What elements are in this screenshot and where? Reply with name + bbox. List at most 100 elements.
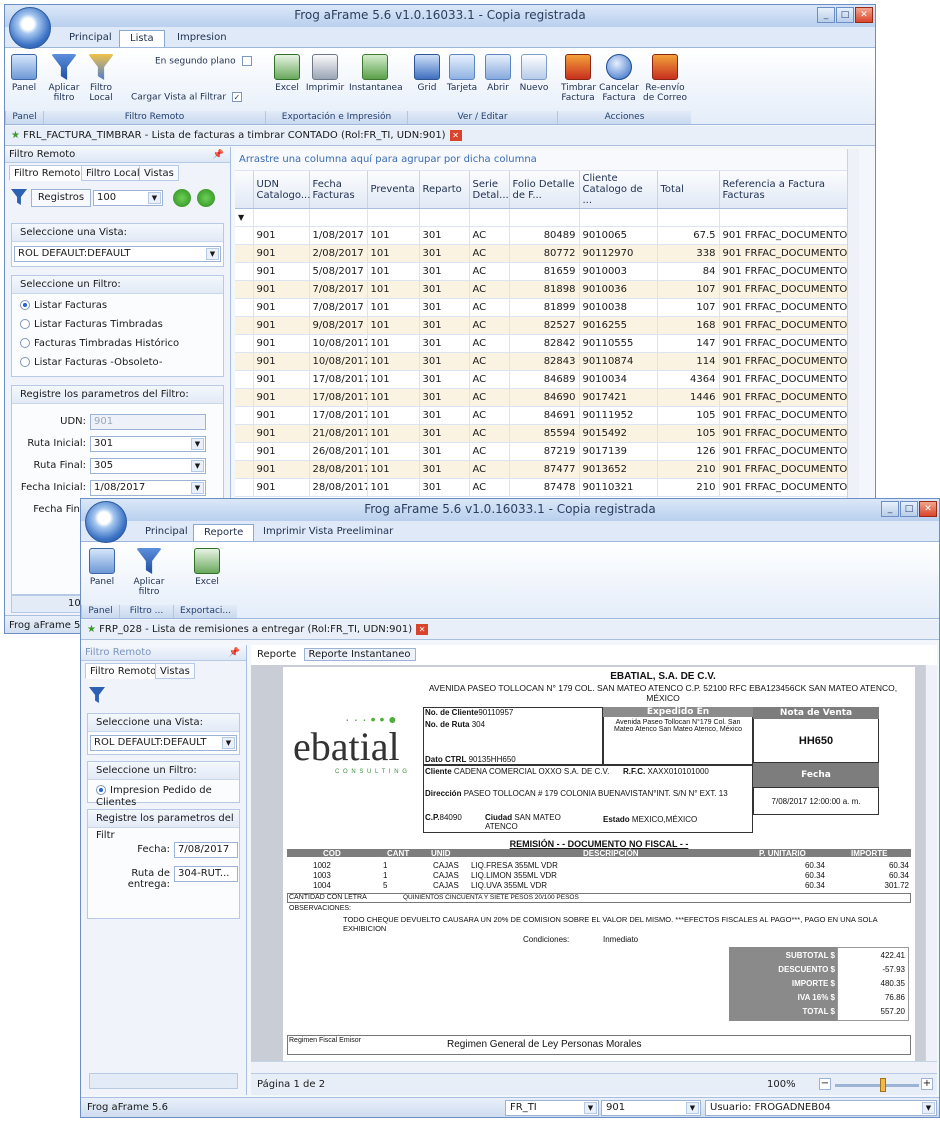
table-row[interactable]: 901 17/08/2017 101 301 AC 84691 90111952 105 901… — [235, 406, 856, 425]
refresh-filter-icon[interactable] — [197, 189, 215, 207]
udn-select[interactable]: 901 ▼ — [601, 1100, 701, 1116]
table-row[interactable]: 901 28/08/2017 101 301 AC 87478 90110321 210 901… — [235, 478, 856, 497]
fecha-field[interactable]: 7/08/2017 — [174, 842, 238, 858]
aplicar-filtro-button[interactable]: Aplicar filtro — [129, 548, 169, 597]
ruta-final-field[interactable]: 305 ▼ — [90, 458, 206, 474]
table-row[interactable]: 901 9/08/2017 101 301 AC 82527 9016255 168 901 F… — [235, 316, 856, 335]
group-acciones[interactable]: Acciones — [557, 111, 691, 124]
ruta-inicial-field[interactable]: 301 ▼ — [90, 436, 206, 452]
tab-imprimir-vista[interactable]: Imprimir Vista Preeliminar — [253, 524, 403, 541]
table-row[interactable]: 901 21/08/2017 101 301 AC 85594 9015492 105 901 … — [235, 424, 856, 443]
close-doc-icon[interactable]: ✕ — [416, 623, 429, 635]
table-row[interactable]: 901 5/08/2017 101 301 AC 81659 9010003 84 901 FR… — [235, 262, 856, 281]
group-filtro-remoto[interactable]: Filtro Remoto — [43, 111, 265, 124]
maximize-button[interactable]: □ — [836, 7, 854, 23]
tab-reporte[interactable]: Reporte — [193, 524, 255, 541]
app-orb-button[interactable] — [85, 501, 127, 543]
col-fecha[interactable]: Fecha Facturas — [309, 171, 368, 209]
panel-button[interactable]: Panel — [9, 54, 39, 93]
ptab-vistas[interactable]: Vistas — [139, 165, 179, 181]
row-selector[interactable] — [235, 442, 254, 461]
minimize-button[interactable]: _ — [817, 7, 835, 23]
zoom-slider[interactable] — [835, 1084, 919, 1087]
grid-button[interactable]: Grid — [413, 54, 441, 93]
excel-button[interactable]: Excel — [273, 54, 301, 93]
rtab-reporte-instantaneo[interactable]: Reporte Instantaneo — [303, 648, 416, 661]
ptab-filtro-local[interactable]: Filtro Local — [81, 165, 145, 181]
back-document-tab[interactable]: ★ FRL_FACTURA_TIMBRAR - Lista de factura… — [5, 126, 875, 146]
vista-select[interactable]: ROL DEFAULT:DEFAULT ▼ — [90, 735, 237, 751]
filter-funnel-icon[interactable] — [11, 189, 29, 207]
col-cliente[interactable]: Cliente Catalogo de ... — [579, 171, 658, 209]
col-referencia[interactable]: Referencia a Factura Facturas — [719, 171, 856, 209]
row-selector[interactable] — [235, 352, 254, 371]
filtro-option[interactable]: Listar Facturas — [20, 300, 107, 312]
ptab-vistas[interactable]: Vistas — [155, 663, 195, 679]
report-horizontal-scrollbar[interactable] — [251, 1061, 937, 1073]
udn-field[interactable]: 901 — [90, 414, 206, 430]
row-selector[interactable] — [235, 334, 254, 353]
excel-button[interactable]: Excel — [185, 548, 229, 587]
close-button[interactable]: ✕ — [919, 501, 937, 517]
table-row[interactable]: 901 26/08/2017 101 301 AC 87219 9017139 126 901 … — [235, 442, 856, 461]
aplicar-filtro-button[interactable]: Aplicar filtro — [47, 54, 81, 103]
table-row[interactable]: 901 10/08/2017 101 301 AC 82843 90110874 114 901… — [235, 352, 856, 371]
en-segundo-plano-option[interactable]: En segundo plano — [155, 56, 255, 67]
table-row[interactable]: 901 1/08/2017 101 301 AC 80489 9010065 67.5 901 … — [235, 226, 856, 245]
maximize-button[interactable]: □ — [900, 501, 918, 517]
table-row[interactable]: 901 10/08/2017 101 301 AC 82842 90110555 147 901… — [235, 334, 856, 353]
group-panel[interactable]: Panel — [81, 605, 119, 618]
col-folio[interactable]: Folio Detalle de F... — [509, 171, 580, 209]
row-selector[interactable] — [235, 298, 254, 317]
zoom-slider-thumb[interactable] — [880, 1078, 886, 1092]
group-exportacion[interactable]: Exportaci... — [173, 605, 237, 618]
zoom-in-button[interactable]: + — [921, 1078, 933, 1090]
tab-principal[interactable]: Principal — [59, 30, 122, 47]
rtab-reporte[interactable]: Reporte — [253, 649, 300, 660]
filtro-local-button[interactable]: Filtro Local — [85, 54, 117, 103]
rol-select[interactable]: FR_TI ▼ — [505, 1100, 599, 1116]
filtro-option[interactable]: Impresion Pedido de Clientes — [96, 785, 239, 809]
cargar-vista-option[interactable]: Cargar Vista al Filtrar ✓ — [131, 92, 255, 103]
group-ver-editar[interactable]: Ver / Editar — [407, 111, 557, 124]
row-selector[interactable] — [235, 406, 254, 425]
row-selector[interactable] — [235, 262, 254, 281]
report-vertical-scrollbar[interactable] — [925, 665, 937, 1061]
col-total[interactable]: Total — [657, 171, 720, 209]
table-row[interactable]: 901 28/08/2017 101 301 AC 87477 9013652 210 901 … — [235, 460, 856, 479]
tab-lista[interactable]: Lista — [119, 30, 165, 47]
row-selector[interactable] — [235, 370, 254, 389]
filtro-option[interactable]: Listar Facturas Timbradas — [20, 319, 163, 331]
minimize-button[interactable]: _ — [881, 501, 899, 517]
close-doc-icon[interactable]: ✕ — [449, 129, 462, 141]
table-row[interactable]: 901 17/08/2017 101 301 AC 84689 9010034 4364 901… — [235, 370, 856, 389]
row-selector[interactable] — [235, 460, 254, 479]
cargar-vista-checkbox[interactable]: ✓ — [231, 92, 242, 102]
row-selector[interactable] — [235, 226, 254, 245]
row-selector[interactable] — [235, 388, 254, 407]
fecha-inicial-field[interactable]: 1/08/2017 ▼ — [90, 480, 206, 496]
tab-impresion[interactable]: Impresion — [167, 30, 237, 47]
registros-select[interactable]: 100 ▼ — [93, 190, 163, 206]
group-filtro[interactable]: Filtro ... — [119, 605, 173, 618]
ruta-entrega-field[interactable]: 304-RUT... — [174, 866, 238, 882]
panel-horizontal-scrollbar[interactable] — [89, 1073, 238, 1089]
group-exportacion[interactable]: Exportación e Impresión — [265, 111, 407, 124]
col-udn[interactable]: UDN Catalogo... — [253, 171, 310, 209]
col-reparto[interactable]: Reparto — [419, 171, 470, 209]
row-selector[interactable] — [235, 280, 254, 299]
table-row[interactable]: 901 7/08/2017 101 301 AC 81899 9010038 107 901 F… — [235, 298, 856, 317]
filter-funnel-icon[interactable] — [89, 687, 107, 705]
tarjeta-button[interactable]: Tarjeta — [445, 54, 479, 93]
row-selector[interactable] — [235, 316, 254, 335]
abrir-button[interactable]: Abrir — [483, 54, 513, 93]
panel-button[interactable]: Panel — [87, 548, 117, 587]
pin-icon[interactable]: 📌 — [229, 646, 240, 661]
row-selector[interactable] — [235, 424, 254, 443]
nuevo-button[interactable]: Nuevo — [517, 54, 551, 93]
table-row[interactable]: 901 7/08/2017 101 301 AC 81898 9010036 107 901 F… — [235, 280, 856, 299]
col-serie[interactable]: Serie Detal... — [469, 171, 510, 209]
group-panel[interactable]: Panel — [5, 111, 43, 124]
tab-principal[interactable]: Principal — [135, 524, 198, 541]
zoom-out-button[interactable]: − — [819, 1078, 831, 1090]
